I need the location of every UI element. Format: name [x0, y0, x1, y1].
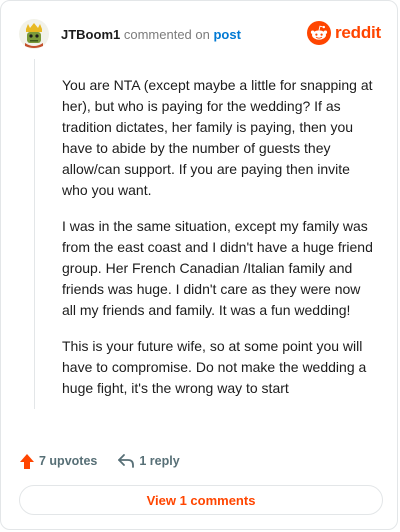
- reply-arrow-icon: [118, 454, 135, 468]
- upvotes-count: 7 upvotes: [39, 454, 98, 468]
- reply-count: 1 reply: [139, 454, 180, 468]
- upvote-button[interactable]: 7 upvotes: [19, 453, 97, 470]
- comment-header: JTBoom1 commented on post reddit: [19, 15, 381, 53]
- brand-wordmark: reddit: [334, 23, 381, 42]
- user-avatar[interactable]: [19, 19, 49, 49]
- comment-body: You are NTA (except maybe a little for s…: [62, 75, 374, 414]
- reddit-logo[interactable]: reddit: [306, 21, 381, 45]
- reddit-snoo-icon: [306, 21, 331, 45]
- thread-line[interactable]: [34, 59, 35, 409]
- post-link[interactable]: post: [213, 27, 240, 42]
- comment-card: JTBoom1 commented on post reddit You are…: [0, 0, 398, 530]
- comment-meta: JTBoom1 commented on post: [61, 27, 241, 42]
- comment-paragraph: I was in the same situation, except my f…: [62, 218, 373, 318]
- comment-paragraph: This is your future wife, so at some poi…: [62, 338, 367, 396]
- comment-paragraph: You are NTA (except maybe a little for s…: [62, 77, 373, 198]
- view-comments-button[interactable]: View 1 comments: [19, 485, 383, 515]
- action-text: commented on: [123, 27, 210, 42]
- username[interactable]: JTBoom1: [61, 27, 120, 42]
- upvote-arrow-icon: [20, 453, 34, 469]
- comment-actions: 7 upvotes 1 reply: [19, 450, 180, 472]
- reply-button[interactable]: 1 reply: [117, 453, 180, 469]
